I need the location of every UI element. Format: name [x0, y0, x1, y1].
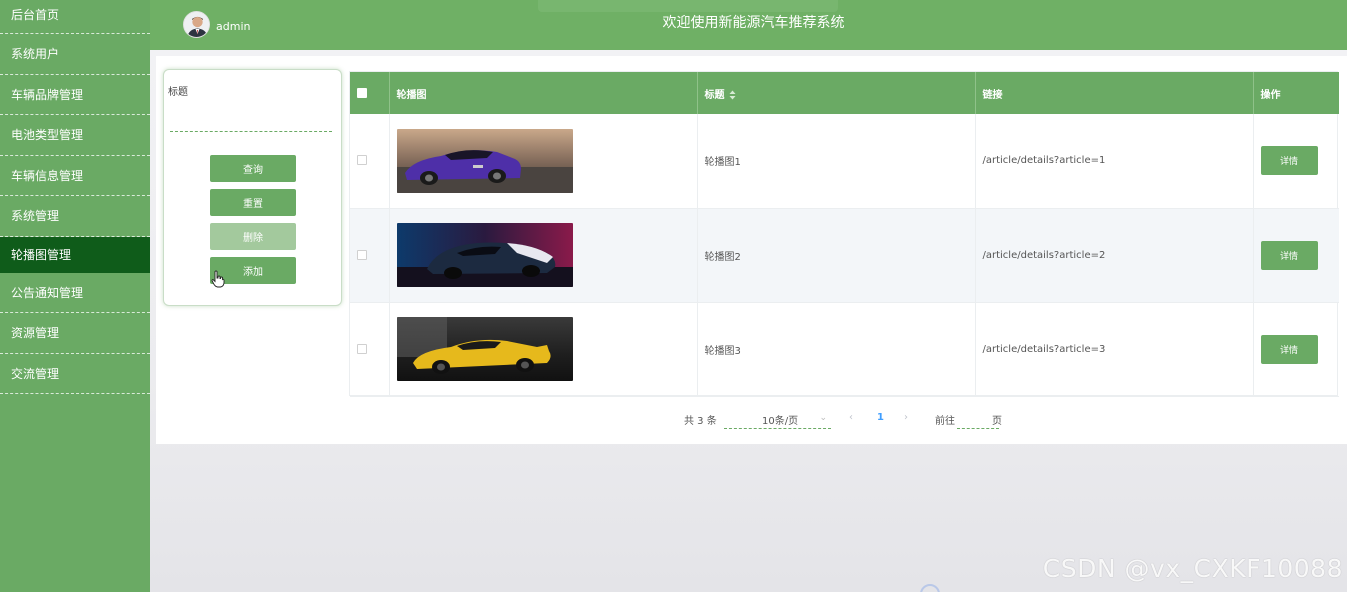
row-checkbox[interactable]	[357, 343, 367, 354]
sidebar-item-label: 公告通知管理	[11, 285, 84, 300]
details-button[interactable]: 详情	[1260, 240, 1318, 270]
column-header-title[interactable]: 标题	[697, 72, 976, 114]
carousel-image-cell	[389, 302, 698, 397]
sidebar-item-label: 系统管理	[11, 209, 60, 224]
link-cell: /article/details?article=2	[975, 208, 1254, 303]
watermark: CSDN @vx_CXKF10088	[1042, 554, 1343, 583]
sidebar-item-label: 车辆品牌管理	[11, 87, 84, 102]
hand-cursor-icon	[211, 270, 225, 288]
sidebar-item-vehicle-brand[interactable]: 车辆品牌管理	[0, 75, 150, 115]
carousel-image-cell	[389, 208, 698, 303]
carousel-image-yellow-car[interactable]	[396, 317, 573, 381]
link-cell: /article/details?article=1	[975, 114, 1254, 209]
table-row: 轮播图3 /article/details?article=3 详情	[350, 302, 1339, 397]
sidebar-item-label: 车辆信息管理	[11, 168, 84, 183]
select-all-checkbox[interactable]	[357, 87, 367, 98]
carousel-image-concept-car[interactable]	[396, 223, 573, 287]
sidebar-item-system-management[interactable]: 系统管理	[0, 196, 150, 237]
sidebar-item-label: 交流管理	[11, 366, 60, 381]
sort-icon[interactable]	[729, 90, 736, 100]
link-cell: /article/details?article=3	[975, 302, 1254, 397]
sidebar-item-communication[interactable]: 交流管理	[0, 354, 150, 394]
sidebar-item-announcements[interactable]: 公告通知管理	[0, 273, 150, 313]
column-header-image: 轮播图	[389, 72, 698, 114]
sidebar-item-carousel[interactable]: 轮播图管理	[0, 236, 150, 273]
title-search-input[interactable]	[170, 108, 332, 132]
goto-label: 前往	[935, 416, 955, 427]
total-count: 共 3 条	[684, 416, 717, 427]
sidebar-item-battery-type[interactable]: 电池类型管理	[0, 115, 150, 156]
page-size-value: 10条/页	[762, 416, 799, 427]
row-select-cell	[350, 208, 390, 303]
delete-button[interactable]: 删除	[210, 223, 296, 250]
title-cell: 轮播图2	[697, 208, 976, 303]
column-header-title-label: 标题	[704, 89, 725, 101]
carousel-image-cell	[389, 114, 698, 209]
page-suffix-label: 页	[992, 416, 1002, 427]
pagination: 共 3 条 10条/页 ⌄ ‹ 1 › 前往 页	[0, 408, 1347, 430]
sidebar-item-label: 轮播图管理	[11, 248, 72, 262]
chevron-down-icon: ⌄	[819, 413, 827, 423]
sidebar-item-label: 资源管理	[11, 326, 60, 341]
title-cell: 轮播图3	[697, 302, 976, 397]
page-title: 欢迎使用新能源汽车推荐系统	[662, 15, 845, 31]
sidebar: 后台首页 系统用户 车辆品牌管理 电池类型管理 车辆信息管理 系统管理 轮播图管…	[0, 0, 150, 592]
page-number-current[interactable]: 1	[877, 412, 884, 423]
query-button[interactable]: 查询	[210, 155, 296, 182]
reset-button[interactable]: 重置	[210, 189, 296, 216]
row-select-cell	[350, 114, 390, 209]
page-size-select[interactable]: 10条/页 ⌄	[724, 408, 831, 429]
action-cell: 详情	[1253, 302, 1339, 397]
table-header-row: 轮播图 标题 链接 操作	[350, 72, 1339, 114]
sidebar-item-label: 系统用户	[11, 47, 60, 62]
row-checkbox[interactable]	[357, 249, 367, 260]
column-header-link: 链接	[975, 72, 1254, 114]
action-cell: 详情	[1253, 114, 1339, 209]
column-header-action: 操作	[1260, 89, 1281, 101]
title-search-label: 标题	[168, 87, 188, 98]
select-all-cell	[350, 72, 390, 114]
sidebar-item-vehicle-info[interactable]: 车辆信息管理	[0, 156, 150, 196]
row-select-cell	[350, 302, 390, 397]
details-button[interactable]: 详情	[1260, 146, 1318, 176]
next-page-icon[interactable]: ›	[904, 412, 908, 423]
sidebar-item-label: 电池类型管理	[11, 128, 84, 143]
action-cell: 详情	[1253, 208, 1339, 303]
carousel-table: 轮播图 标题 链接 操作 轮播图1 /article/details?artic…	[349, 71, 1339, 397]
search-form: 标题 查询 重置 删除 添加	[163, 69, 342, 306]
table-row: 轮播图2 /article/details?article=2 详情	[350, 208, 1339, 303]
row-checkbox[interactable]	[357, 155, 367, 166]
header-decoration	[538, 0, 838, 12]
prev-page-icon[interactable]: ‹	[849, 412, 853, 423]
top-header: admin 欢迎使用新能源汽车推荐系统	[150, 0, 1347, 50]
sidebar-item-home[interactable]: 后台首页	[0, 0, 150, 34]
sidebar-item-label: 后台首页	[11, 8, 60, 22]
details-button[interactable]: 详情	[1260, 334, 1318, 364]
title-cell: 轮播图1	[697, 114, 976, 209]
sidebar-item-system-users[interactable]: 系统用户	[0, 34, 150, 75]
carousel-image-purple-car[interactable]	[396, 128, 573, 193]
table-row: 轮播图1 /article/details?article=1 详情	[350, 114, 1339, 209]
sidebar-item-resources[interactable]: 资源管理	[0, 313, 150, 354]
